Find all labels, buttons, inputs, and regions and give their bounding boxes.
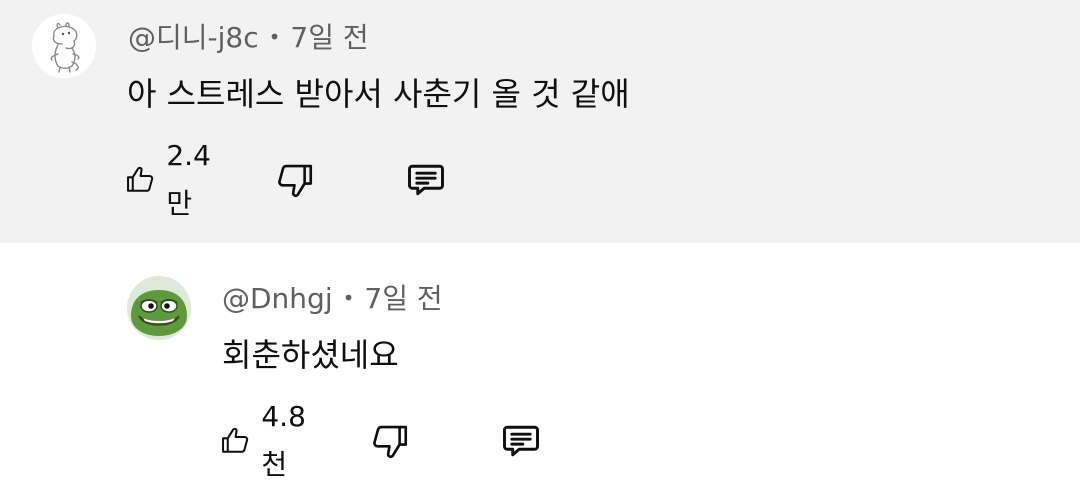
like-count: 2.4만 — [166, 139, 211, 220]
comment-text: 회춘하셨네요 — [222, 336, 399, 374]
like-button[interactable]: 2.4만 — [124, 139, 221, 220]
comment-meta: @Dnhgj • 7일 전 — [222, 281, 443, 319]
thumbs-down-icon — [373, 425, 408, 458]
meta-separator: • — [268, 25, 281, 49]
reply-button[interactable] — [499, 417, 543, 465]
author-handle[interactable]: @디니-j8c — [128, 21, 259, 54]
meta-separator: • — [342, 286, 355, 310]
comment-reply-icon — [408, 164, 444, 196]
dislike-button[interactable] — [274, 156, 316, 204]
avatar[interactable] — [32, 14, 96, 78]
dislike-button[interactable] — [369, 417, 411, 465]
moomin-avatar-icon — [32, 14, 96, 78]
timestamp: 7일 전 — [290, 21, 369, 54]
author-handle[interactable]: @Dnhgj — [222, 282, 333, 315]
comment-meta: @디니-j8c • 7일 전 — [128, 20, 369, 58]
thumbs-down-icon — [278, 164, 313, 197]
thumbs-up-icon — [127, 166, 154, 192]
like-count: 4.8천 — [261, 400, 306, 481]
like-button[interactable]: 4.8천 — [219, 400, 316, 481]
reply-button[interactable] — [404, 156, 448, 204]
avatar[interactable] — [127, 276, 191, 340]
thumbs-up-icon — [222, 427, 249, 453]
pepe-frog-avatar-icon — [127, 276, 191, 340]
timestamp: 7일 전 — [364, 282, 443, 315]
comment-reply: @Dnhgj • 7일 전 회춘하셨네요 4.8천 — [0, 243, 1080, 499]
comment-reply-icon — [503, 425, 539, 457]
comment-highlighted: @디니-j8c • 7일 전 아 스트레스 받아서 사춘기 올 것 같애 2.4만 — [0, 0, 1080, 243]
comment-text: 아 스트레스 받아서 사춘기 올 것 같애 — [127, 75, 630, 113]
